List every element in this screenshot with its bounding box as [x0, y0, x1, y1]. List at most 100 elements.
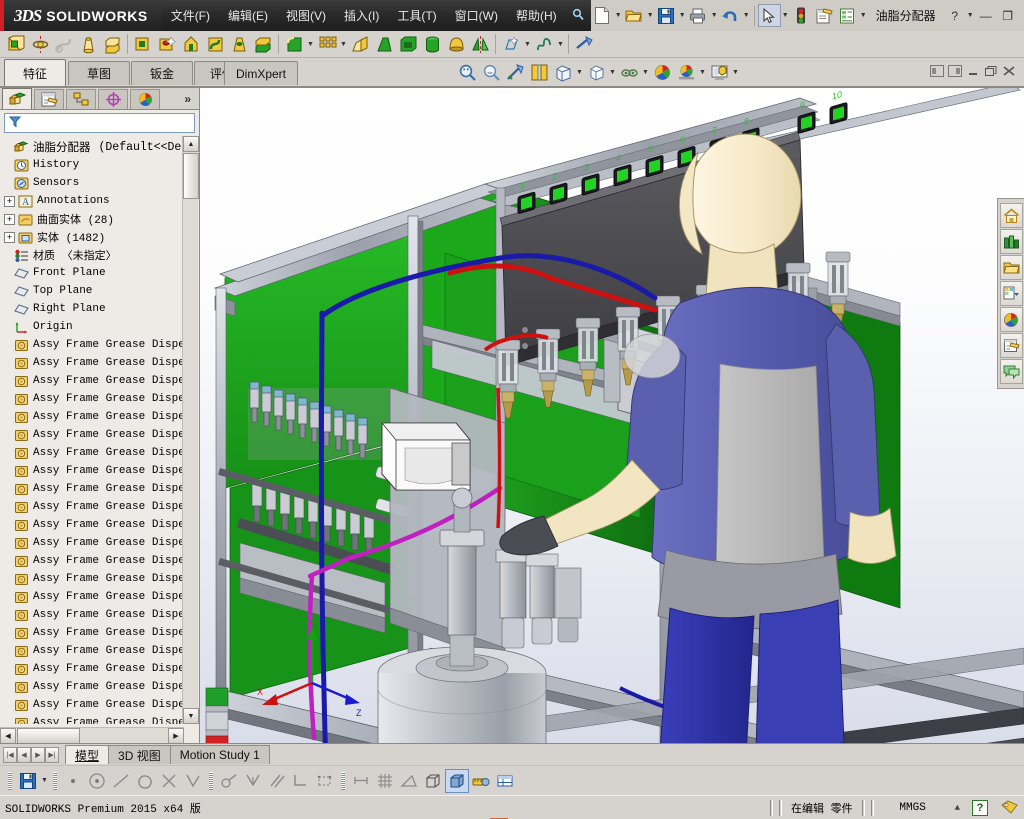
custom-properties-icon[interactable] — [999, 333, 1023, 358]
tree-item[interactable]: + 曲面实体 (28) — [0, 210, 183, 228]
close-button[interactable]: ✕ — [1019, 6, 1024, 26]
toolbar-grip[interactable] — [53, 771, 57, 790]
dome-icon[interactable] — [444, 32, 468, 56]
save-icon[interactable] — [655, 4, 678, 27]
tree-item[interactable]: + 实体 (1482) — [0, 228, 183, 246]
help-button[interactable]: ? — [944, 6, 966, 26]
restore-left-icon[interactable] — [928, 62, 946, 80]
minimize-icon[interactable] — [964, 62, 982, 80]
propertymanager-tab[interactable] — [34, 89, 64, 109]
tab-3dviews[interactable]: 3D 视图 — [108, 745, 171, 764]
tab-dimxpert[interactable]: DimXpert — [224, 61, 298, 85]
open-folder-icon[interactable] — [623, 4, 646, 27]
menu-file[interactable]: 文件(F) — [162, 3, 219, 28]
revolved-boss-icon[interactable] — [28, 32, 52, 56]
feature-tree-filter[interactable] — [4, 113, 195, 133]
scroll-right-button[interactable]: ▶ — [168, 728, 184, 744]
open-folder-dropdown[interactable]: ▼ — [646, 4, 655, 27]
tree-item[interactable]: Assy Frame Grease Disper — [0, 444, 183, 462]
tree-item[interactable]: Assy Frame Grease Disper — [0, 642, 183, 660]
extruded-boss-icon[interactable] — [4, 32, 28, 56]
horizontal-vertical-snap-icon[interactable] — [289, 769, 313, 793]
hole-wizard-icon[interactable] — [155, 32, 179, 56]
configurationmanager-tab[interactable] — [66, 89, 96, 109]
new-document-icon[interactable] — [591, 4, 614, 27]
tree-item[interactable]: Assy Frame Grease Disper — [0, 714, 183, 724]
save-dropdown[interactable]: ▼ — [40, 769, 49, 792]
midpoint-snap-icon[interactable] — [109, 769, 133, 793]
tree-item[interactable]: Assy Frame Grease Disper — [0, 354, 183, 372]
shaded-with-edges-icon[interactable] — [445, 768, 469, 793]
tree-item[interactable]: Assy Frame Grease Disper — [0, 678, 183, 696]
list-properties-icon[interactable] — [836, 4, 859, 27]
tree-item[interactable]: Assy Frame Grease Disper — [0, 588, 183, 606]
displaymanager-tab[interactable] — [130, 89, 160, 109]
status-help-badge[interactable]: ? — [972, 799, 988, 816]
tree-item[interactable]: Assy Frame Grease Disper — [0, 372, 183, 390]
status-overlay-toggle[interactable]: ▲ — [949, 803, 966, 813]
solidworks-forum-icon[interactable] — [999, 359, 1023, 384]
linear-pattern-icon[interactable] — [315, 32, 339, 56]
mirror-icon[interactable] — [468, 32, 492, 56]
save-dropdown[interactable]: ▼ — [678, 4, 687, 27]
tree-item[interactable]: Assy Frame Grease Disper — [0, 570, 183, 588]
home-icon[interactable] — [999, 203, 1023, 228]
measure-icon[interactable] — [469, 769, 493, 793]
tree-item[interactable]: Assy Frame Grease Disper — [0, 426, 183, 444]
toolbar-grip[interactable] — [209, 771, 213, 790]
tree-item[interactable]: Assy Frame Grease Disper — [0, 336, 183, 354]
viewport-dropdown[interactable]: ▼ — [731, 61, 740, 84]
reference-geometry-dropdown[interactable]: ▼ — [523, 33, 532, 56]
nearest-snap-icon[interactable] — [181, 769, 205, 793]
menu-window[interactable]: 窗口(W) — [446, 3, 507, 28]
tab-first-button[interactable]: |◀ — [3, 746, 17, 763]
tangent-snap-icon[interactable] — [217, 769, 241, 793]
intersection-snap-icon[interactable] — [157, 769, 181, 793]
apply-scene-dropdown[interactable]: ▼ — [698, 61, 707, 84]
shell-icon[interactable] — [396, 32, 420, 56]
feature-tree-vertical-scrollbar[interactable]: ▲ ▼ — [182, 136, 199, 724]
wireframe-icon[interactable] — [421, 769, 445, 793]
tab-last-button[interactable]: ▶| — [45, 746, 59, 763]
tree-item[interactable]: Assy Frame Grease Disper — [0, 480, 183, 498]
featuremanager-tree-tab[interactable] — [2, 88, 32, 109]
new-document-dropdown[interactable]: ▼ — [614, 4, 623, 27]
tree-root-item[interactable]: 油脂分配器 (Default<<Defau — [0, 138, 183, 156]
extruded-cut-icon[interactable] — [131, 32, 155, 56]
point-snap-icon[interactable] — [61, 769, 85, 793]
menu-help[interactable]: 帮助(H) — [507, 3, 566, 28]
graphics-viewport[interactable]: 1 2 3 4 5 6 7 8 9 10 Z X Y — [200, 88, 1024, 743]
tree-item[interactable]: Assy Frame Grease Disper — [0, 534, 183, 552]
pin-icon[interactable] — [566, 4, 591, 28]
file-explorer-icon[interactable] — [999, 255, 1023, 280]
print-icon[interactable] — [687, 4, 710, 27]
swept-cut-icon[interactable] — [203, 32, 227, 56]
previous-view-icon[interactable] — [503, 60, 527, 84]
toolbar-grip[interactable] — [8, 771, 12, 790]
tab-sketch[interactable]: 草图 — [68, 61, 130, 85]
tree-expand-toggle[interactable]: + — [4, 213, 15, 225]
help-dropdown[interactable]: ▼ — [966, 4, 975, 27]
viewport-icon[interactable] — [707, 60, 731, 84]
scroll-left-button[interactable]: ◀ — [0, 728, 16, 744]
boundary-boss-icon[interactable] — [100, 32, 124, 56]
menu-tools[interactable]: 工具(T) — [388, 3, 445, 28]
menu-view[interactable]: 视图(V) — [277, 3, 335, 28]
quadrant-snap-icon[interactable] — [133, 769, 157, 793]
tree-item[interactable]: Top Plane — [0, 282, 183, 300]
wrap-icon[interactable] — [420, 32, 444, 56]
edit-appearance-icon[interactable] — [650, 60, 674, 84]
center-point-snap-icon[interactable] — [85, 769, 109, 793]
select-dropdown[interactable]: ▼ — [781, 4, 790, 27]
hide-show-items-icon[interactable] — [617, 60, 641, 84]
perpendicular-snap-icon[interactable] — [241, 769, 265, 793]
tab-sheetmetal[interactable]: 钣金 — [131, 61, 193, 85]
view-orientation-dropdown[interactable]: ▼ — [575, 61, 584, 84]
display-style-icon[interactable] — [584, 60, 608, 84]
appearances-icon[interactable] — [999, 307, 1023, 332]
tab-next-button[interactable]: ▶ — [31, 746, 45, 763]
tree-expand-toggle[interactable]: + — [4, 195, 15, 207]
tree-item[interactable]: Assy Frame Grease Disper — [0, 606, 183, 624]
feature-manager-expand-button[interactable]: » — [184, 89, 199, 109]
lofted-boss-icon[interactable] — [76, 32, 100, 56]
